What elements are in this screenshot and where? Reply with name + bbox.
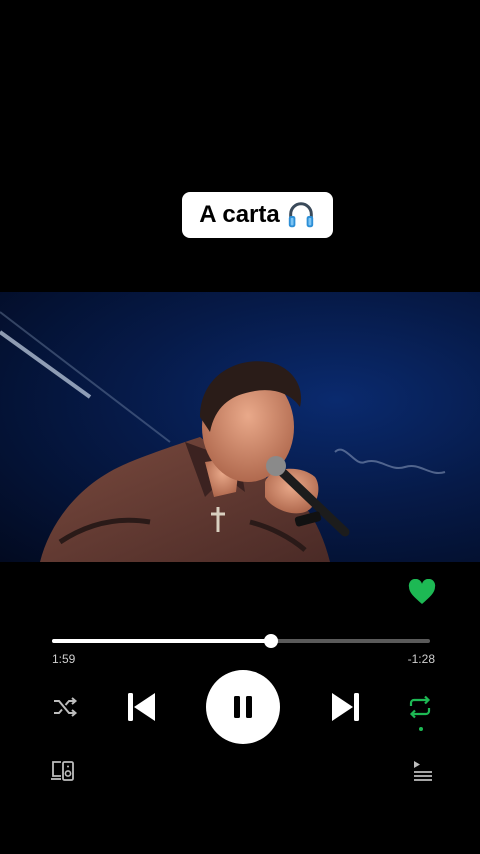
elapsed-time: 1:59 <box>52 652 76 666</box>
performer-image <box>0 311 446 562</box>
skip-next-icon[interactable] <box>329 690 361 724</box>
pause-icon <box>234 696 252 718</box>
headphones-icon <box>288 202 313 228</box>
skip-previous-icon[interactable] <box>126 690 158 724</box>
connect-devices-icon[interactable] <box>50 759 76 783</box>
song-title: A carta <box>199 201 280 228</box>
queue-icon[interactable] <box>410 759 434 783</box>
remaining-time: -1:28 <box>407 652 435 666</box>
progress-thumb[interactable] <box>264 634 279 648</box>
progress-bar[interactable] <box>52 634 430 648</box>
repeat-icon[interactable] <box>406 693 434 721</box>
like-heart-icon[interactable] <box>408 579 436 605</box>
progress-fill <box>52 639 272 643</box>
video-frame[interactable] <box>0 292 480 562</box>
song-title-pill: A carta <box>182 192 333 238</box>
shuffle-icon[interactable] <box>52 694 78 720</box>
repeat-active-indicator <box>419 727 423 731</box>
pause-button[interactable] <box>206 670 280 744</box>
